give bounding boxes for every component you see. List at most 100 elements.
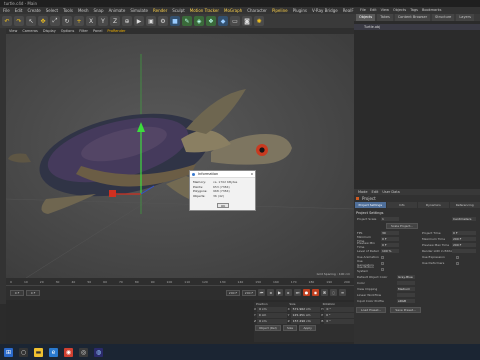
play-icon[interactable]: ▶: [276, 289, 283, 296]
manager-tab[interactable]: Objects: [356, 14, 376, 21]
subdivision-surface-icon[interactable]: ◈: [194, 16, 204, 26]
undo-icon[interactable]: ↶: [2, 16, 12, 26]
object-menu-item[interactable]: Objects: [393, 7, 406, 14]
autokey-icon[interactable]: ◉: [312, 289, 319, 296]
menu-item[interactable]: Snap: [93, 7, 103, 14]
menu-item[interactable]: Edit: [15, 7, 23, 14]
attribute-field[interactable]: [397, 281, 415, 285]
timeline[interactable]: 0 10 20 30 40 50 60 70 80 90 100 110 120 130 140 150 160…: [6, 278, 354, 300]
go-to-start-icon[interactable]: ⏮: [258, 289, 265, 296]
timeline-menu-icon[interactable]: ≡: [339, 289, 346, 296]
object-menu-item[interactable]: View: [381, 7, 389, 14]
manager-tab[interactable]: Structure: [432, 14, 455, 21]
object-menu-item[interactable]: File: [360, 7, 366, 14]
go-to-end-icon[interactable]: ⏭: [294, 289, 301, 296]
ok-button[interactable]: OK: [217, 203, 229, 208]
manager-tab[interactable]: Content Browser: [394, 14, 431, 21]
floor-icon[interactable]: ▭: [230, 16, 240, 26]
manager-tab[interactable]: Takes: [377, 14, 393, 21]
object-menu-item[interactable]: Bookmarks: [422, 7, 442, 14]
start-frame-field[interactable]: 0 F: [10, 289, 24, 296]
record-icon[interactable]: ●: [303, 289, 310, 296]
menu-item[interactable]: File: [3, 7, 10, 14]
menu-item[interactable]: Create: [27, 7, 40, 14]
size-mode-select[interactable]: Size: [282, 325, 298, 331]
viewport[interactable]: Grid Spacing : 100 cm: [6, 34, 354, 278]
app-icon[interactable]: ◍: [94, 347, 103, 357]
preset-button[interactable]: Load Preset...: [356, 307, 387, 313]
coord-cell[interactable]: 0 °: [324, 307, 354, 312]
camera-icon[interactable]: ◙: [242, 16, 252, 26]
edge-icon[interactable]: e: [49, 347, 58, 357]
menu-item[interactable]: Animate: [109, 7, 126, 14]
next-key-icon[interactable]: ▸: [285, 289, 292, 296]
array-icon[interactable]: ❖: [206, 16, 216, 26]
render-view-icon[interactable]: ▶: [134, 16, 144, 26]
live-select-icon[interactable]: ↖: [26, 16, 36, 26]
coord-cell[interactable]: 0 cm: [257, 319, 287, 324]
menu-item[interactable]: Select: [46, 7, 58, 14]
coord-cell[interactable]: 157.496 cm: [290, 319, 321, 324]
attribute-field[interactable]: [397, 293, 415, 297]
apply-button[interactable]: Apply: [299, 325, 316, 331]
rotate-icon[interactable]: ↻: [62, 16, 72, 26]
attribute-field[interactable]: 1: [381, 217, 399, 221]
attribute-field[interactable]: 30: [381, 231, 399, 235]
end-frame-field[interactable]: 200 F: [226, 289, 240, 296]
coord-cell[interactable]: 125.451 cm: [290, 313, 321, 318]
x-axis-icon[interactable]: X: [86, 16, 96, 26]
menu-item[interactable]: Sculpt: [172, 7, 185, 14]
menu-item[interactable]: Render: [153, 7, 167, 14]
attribute-field[interactable]: Medium: [397, 287, 415, 291]
attribute-field[interactable]: Centimeters: [452, 217, 476, 221]
coord-cell[interactable]: 0 °: [324, 319, 355, 324]
render-picture-viewer-icon[interactable]: ▣: [146, 16, 156, 26]
render-settings-icon[interactable]: ⚙: [158, 16, 168, 26]
scale-project-button[interactable]: Scale Project...: [386, 223, 419, 229]
coord-cell[interactable]: 0 °: [324, 313, 354, 318]
menu-item[interactable]: V-Ray Bridge: [312, 7, 338, 14]
preset-button[interactable]: Save Preset...: [390, 307, 421, 313]
attribute-field[interactable]: 0 F: [452, 231, 476, 235]
z-axis-icon[interactable]: Z: [110, 16, 120, 26]
coordinate-system-icon[interactable]: ⊕: [122, 16, 132, 26]
coord-cell[interactable]: 0 cm: [257, 307, 287, 312]
object-menu-item[interactable]: Tags: [410, 7, 418, 14]
redo-icon[interactable]: ↷: [14, 16, 24, 26]
coordinate-mode-select[interactable]: Object (Rel): [255, 325, 281, 331]
attribute-field[interactable]: 100 %: [381, 249, 399, 253]
checkbox[interactable]: [456, 261, 459, 265]
cube-icon[interactable]: ■: [170, 16, 180, 26]
menu-item[interactable]: Character: [247, 7, 267, 14]
chrome-icon[interactable]: ◉: [64, 347, 73, 357]
preview-end-field[interactable]: 200 F: [242, 289, 256, 296]
scale-icon[interactable]: ⤢: [50, 16, 60, 26]
checkbox[interactable]: [456, 255, 459, 259]
attribute-tab[interactable]: Referencing: [449, 202, 480, 208]
checkbox[interactable]: [381, 261, 384, 265]
menu-item[interactable]: Tools: [63, 7, 73, 14]
file-explorer-icon[interactable]: ▬: [34, 347, 43, 357]
object-menu-item[interactable]: Edit: [370, 7, 377, 14]
light-icon[interactable]: ✺: [254, 16, 264, 26]
checkbox[interactable]: [381, 255, 384, 259]
cinema4d-icon[interactable]: ◎: [79, 347, 88, 357]
move-icon[interactable]: ✥: [38, 16, 48, 26]
attribute-field[interactable]: 0 F: [381, 243, 399, 247]
attribute-tab[interactable]: Project Settings: [355, 202, 386, 208]
keyframe-selection-icon[interactable]: ⌘: [321, 289, 328, 296]
recent-tool-icon[interactable]: +: [74, 16, 84, 26]
menu-item[interactable]: Simulate: [130, 7, 148, 14]
menu-item[interactable]: Plugins: [293, 7, 307, 14]
current-frame-field[interactable]: 0 F: [26, 289, 40, 296]
object-row-turtle[interactable]: Turtle.obj: [354, 24, 480, 30]
coord-cell[interactable]: 571.962 cm: [290, 307, 321, 312]
y-axis-icon[interactable]: Y: [98, 16, 108, 26]
attribute-field[interactable]: sRGB: [397, 299, 415, 303]
start-icon[interactable]: ⊞: [4, 347, 13, 357]
search-icon[interactable]: ○: [19, 347, 28, 357]
timeline-ruler[interactable]: 0 10 20 30 40 50 60 70 80 90 100 110 120 130 140 150 160…: [6, 278, 354, 286]
attribute-field[interactable]: 200 F: [452, 237, 476, 241]
object-manager[interactable]: Turtle.obj: [354, 21, 480, 189]
deformer-icon[interactable]: ◆: [218, 16, 228, 26]
